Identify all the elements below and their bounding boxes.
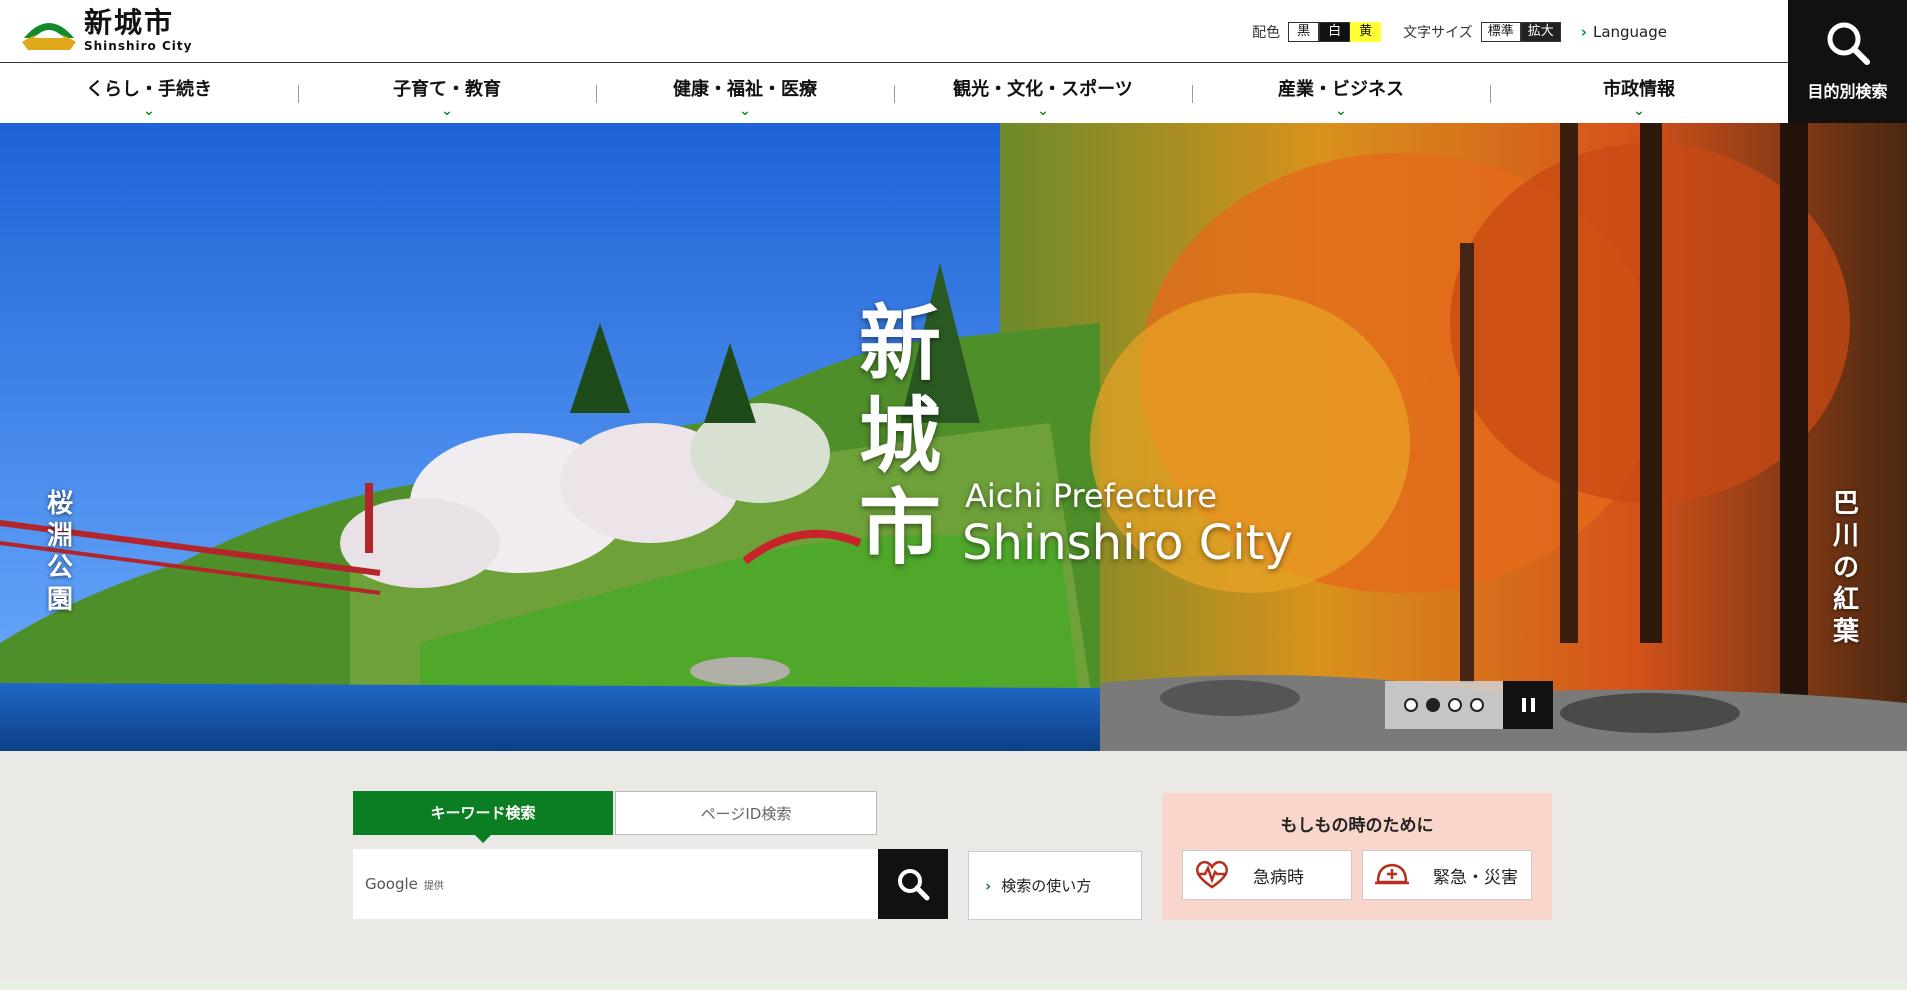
site-logo[interactable]: 新城市 Shinshiro City	[20, 8, 192, 52]
logo-english-name: Shinshiro City	[84, 38, 193, 53]
search-submit-button[interactable]	[878, 849, 948, 919]
font-size-label: 文字サイズ	[1403, 25, 1473, 41]
helmet-icon	[1375, 863, 1409, 885]
slider-controls	[1385, 681, 1553, 729]
color-black-button[interactable]: 黒	[1288, 22, 1320, 42]
nav-item-label: 市政情報	[1603, 79, 1675, 100]
sudden-illness-button[interactable]: 急病時	[1182, 850, 1352, 900]
slider-dot-3[interactable]	[1448, 698, 1462, 712]
hero-slider: 桜淵公園 新城市 Aichi Prefecture Shinshiro City…	[0, 123, 1907, 751]
chevron-down-icon: ⌄	[441, 103, 453, 119]
chevron-down-icon: ⌄	[1335, 103, 1347, 119]
nav-item-label: くらし・手続き	[86, 79, 212, 100]
accessibility-tools: 配色 黒 白 黄 文字サイズ 標準 拡大 › Language	[1252, 22, 1667, 42]
caption-sakurabuchi: 桜淵公園	[46, 489, 73, 615]
chevron-right-icon: ›	[1580, 23, 1587, 41]
hero-landscape-image	[0, 123, 1907, 751]
color-scheme-label: 配色	[1252, 25, 1281, 41]
slider-pagination	[1385, 681, 1503, 729]
disaster-label: 緊急・災害	[1433, 867, 1518, 888]
color-yellow-button[interactable]: 黄	[1350, 22, 1382, 42]
hero-title-japanese: 新城市	[858, 296, 941, 576]
hero-title-prefecture: Aichi Prefecture	[965, 477, 1218, 515]
nav-item-municipal[interactable]: 市政情報 ⌄	[1490, 63, 1788, 123]
nav-item-label: 観光・文化・スポーツ	[953, 79, 1133, 100]
caption-tomoe-river: 巴川の紅葉	[1832, 489, 1859, 647]
font-large-button[interactable]: 拡大	[1520, 22, 1561, 42]
pause-button[interactable]	[1503, 681, 1553, 729]
sudden-illness-label: 急病時	[1253, 867, 1304, 888]
global-nav: くらし・手続き ⌄ 子育て・教育 ⌄ 健康・福祉・医療 ⌄ 観光・文化・スポーツ…	[0, 62, 1788, 123]
footer-strip	[0, 980, 1907, 990]
logo-japanese-name: 新城市	[84, 5, 175, 39]
font-standard-button[interactable]: 標準	[1480, 22, 1521, 42]
pause-icon	[1521, 698, 1526, 712]
slider-dot-1[interactable]	[1404, 698, 1418, 712]
nav-item-business[interactable]: 産業・ビジネス ⌄	[1192, 63, 1490, 123]
chevron-down-icon: ⌄	[143, 103, 155, 119]
search-input[interactable]: Google 提供	[353, 849, 879, 919]
search-howto-link[interactable]: › 検索の使い方	[968, 851, 1142, 920]
purpose-search-label: 目的別検索	[1807, 82, 1888, 101]
slider-dot-4[interactable]	[1470, 698, 1484, 712]
nav-item-childcare[interactable]: 子育て・教育 ⌄	[298, 63, 596, 123]
chevron-down-icon: ⌄	[1633, 103, 1645, 119]
heartbeat-icon	[1195, 860, 1229, 889]
search-howto-label: 検索の使い方	[1001, 877, 1092, 895]
tab-pageid-search[interactable]: ページID検索	[615, 791, 877, 835]
color-white-button[interactable]: 白	[1319, 22, 1351, 42]
site-header: 新城市 Shinshiro City 配色 黒 白 黄 文字サイズ 標準 拡大 …	[0, 0, 1907, 62]
emergency-title: もしもの時のために	[1280, 816, 1434, 836]
chevron-right-icon: ›	[985, 876, 992, 895]
nav-item-label: 子育て・教育	[393, 79, 501, 100]
provided-by-label: 提供	[423, 880, 444, 892]
language-link[interactable]: › Language	[1581, 23, 1667, 41]
purpose-search-button[interactable]: 目的別検索	[1788, 0, 1907, 123]
search-icon	[1827, 22, 1870, 65]
language-label: Language	[1592, 23, 1667, 41]
nav-item-tourism[interactable]: 観光・文化・スポーツ ⌄	[894, 63, 1192, 123]
search-section	[0, 751, 1907, 990]
tab-keyword-search[interactable]: キーワード検索	[353, 791, 613, 843]
slider-dot-2[interactable]	[1426, 698, 1440, 712]
nav-item-living[interactable]: くらし・手続き ⌄	[0, 63, 298, 123]
google-brand-label: Google	[365, 875, 418, 893]
city-logo-icon	[22, 23, 76, 50]
emergency-panel: もしもの時のために 急病時 緊急・災害	[1162, 793, 1552, 920]
chevron-down-icon: ⌄	[1037, 103, 1049, 119]
nav-item-label: 産業・ビジネス	[1278, 79, 1404, 100]
search-icon	[898, 869, 930, 901]
hero-title-city: Shinshiro City	[962, 515, 1293, 571]
search-tabs: キーワード検索 ページID検索	[353, 791, 877, 843]
nav-item-health[interactable]: 健康・福祉・医療 ⌄	[596, 63, 894, 123]
disaster-button[interactable]: 緊急・災害	[1362, 850, 1532, 900]
chevron-down-icon: ⌄	[739, 103, 751, 119]
nav-item-label: 健康・福祉・医療	[673, 79, 817, 100]
